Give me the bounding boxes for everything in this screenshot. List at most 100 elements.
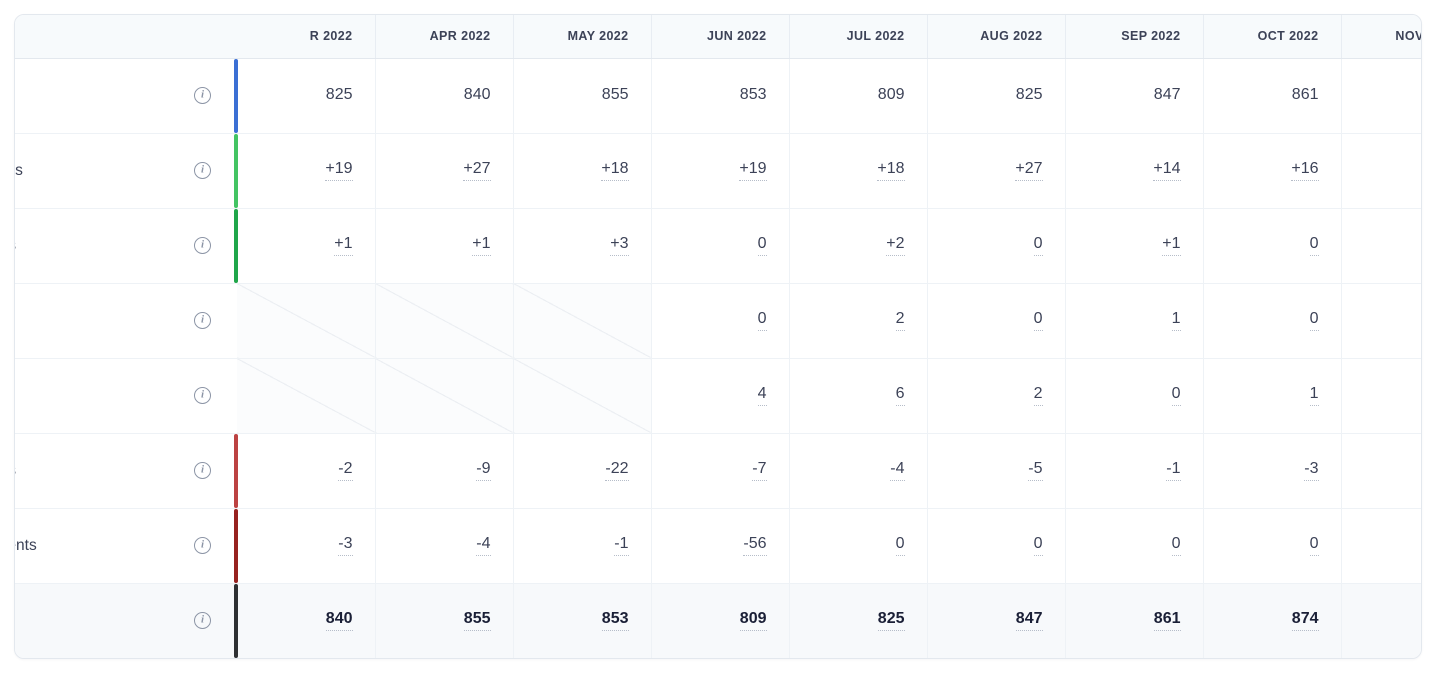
cell-value: +27	[1015, 160, 1043, 181]
table-cell[interactable]: -9	[375, 433, 514, 509]
row-label-text: Cancellations	[15, 462, 16, 480]
info-icon[interactable]: i	[194, 312, 211, 329]
table-cell[interactable]: 874	[1341, 58, 1421, 134]
table-row: New members i +19 +27 +18 +19 +18 +27 +14 +16 +1	[15, 133, 1421, 209]
table-cell[interactable]: -5	[927, 433, 1066, 509]
table-cell[interactable]: +16	[1203, 133, 1342, 209]
table-total-row: Totali 840 855 853 809 825 847 861 874 875	[15, 583, 1421, 658]
row-accent-bar	[234, 133, 238, 208]
info-icon[interactable]: i	[194, 537, 211, 554]
table-cell[interactable]: 855	[513, 58, 652, 134]
table-cell[interactable]: 0	[927, 208, 1066, 284]
table-cell[interactable]: -56	[651, 508, 790, 584]
cell-value: 0	[1309, 535, 1319, 556]
table-cell[interactable]: 2	[1341, 283, 1421, 359]
column-header-month[interactable]: AUG 2022	[927, 15, 1066, 59]
info-icon[interactable]: i	[194, 87, 211, 104]
table-cell[interactable]: 825	[234, 58, 376, 134]
table-cell[interactable]: 861	[1203, 58, 1342, 134]
table-cell[interactable]: -3	[1203, 433, 1342, 509]
table-cell[interactable]: +2	[789, 208, 928, 284]
table-cell[interactable]: -4	[375, 508, 514, 584]
table-cell[interactable]: 0	[789, 508, 928, 584]
column-header-month[interactable]: JUN 2022	[651, 15, 790, 59]
table-cell[interactable]: 809	[789, 58, 928, 134]
cell-value: -7	[752, 460, 767, 481]
table-cell[interactable]: 0	[1341, 208, 1421, 284]
table-cell[interactable]: 0	[651, 283, 790, 359]
table-cell[interactable]: 1	[1065, 283, 1204, 359]
row-label-text: New members	[15, 161, 23, 179]
column-header-month[interactable]: SEP 2022	[1065, 15, 1204, 59]
table-cell[interactable]: 0	[1203, 208, 1342, 284]
table-cell[interactable]: 1	[1203, 358, 1342, 434]
table-cell[interactable]: +27	[927, 133, 1066, 209]
table-cell[interactable]: 840	[375, 58, 514, 134]
info-icon[interactable]: i	[194, 387, 211, 404]
table-cell[interactable]: 0	[1065, 358, 1204, 434]
table-cell[interactable]: 853	[651, 58, 790, 134]
table-cell[interactable]: 6	[789, 358, 928, 434]
table-cell[interactable]: 2	[927, 358, 1066, 434]
column-header-month[interactable]: MAY 2022	[513, 15, 652, 59]
table-cell[interactable]: +1	[1341, 133, 1421, 209]
table-cell[interactable]: 4	[651, 358, 790, 434]
table-cell[interactable]: 2	[789, 283, 928, 359]
table-cell[interactable]: 855	[375, 583, 514, 658]
table-cell[interactable]: 853	[513, 583, 652, 658]
table-cell[interactable]: -1	[1065, 433, 1204, 509]
info-icon-glyph: i	[200, 463, 205, 476]
table-cell[interactable]: +18	[789, 133, 928, 209]
table-cell[interactable]: +1	[1065, 208, 1204, 284]
table-cell[interactable]: 874	[1203, 583, 1342, 658]
table-cell[interactable]: +19	[651, 133, 790, 209]
cell-value: 809	[739, 610, 767, 632]
table-cell[interactable]: +1	[234, 208, 376, 284]
table-cell[interactable]: 840	[234, 583, 376, 658]
table-cell[interactable]: 809	[651, 583, 790, 658]
table-cell[interactable]: +1	[375, 208, 514, 284]
table-cell[interactable]: 0	[927, 508, 1066, 584]
info-icon[interactable]: i	[194, 162, 211, 179]
column-header-month[interactable]: NOV 2022	[1341, 15, 1421, 59]
cell-value: -3	[338, 535, 353, 556]
row-label-cell: Downgradesi	[15, 358, 237, 434]
cell-value: 1	[1171, 310, 1181, 331]
table-cell[interactable]: +14	[1065, 133, 1204, 209]
table-cell[interactable]: +3	[513, 208, 652, 284]
table-horizontal-scroller[interactable]: R 2022 APR 2022 MAY 2022 JUN 2022 JUL 2022 AU…	[15, 15, 1421, 658]
column-header-month[interactable]: R 2022	[237, 15, 376, 59]
table-cell[interactable]: 0	[1065, 508, 1204, 584]
table-cell[interactable]: 0	[927, 283, 1066, 359]
info-icon[interactable]: i	[194, 462, 211, 479]
info-icon[interactable]: i	[194, 612, 211, 630]
table-cell[interactable]: 0	[651, 208, 790, 284]
table-cell[interactable]: 847	[1065, 58, 1204, 134]
table-cell[interactable]: -3	[234, 508, 376, 584]
table-cell[interactable]: -7	[651, 433, 790, 509]
table-cell[interactable]: 825	[927, 58, 1066, 134]
table-cell[interactable]: 825	[789, 583, 928, 658]
column-header-month[interactable]: JUL 2022	[789, 15, 928, 59]
table-cell[interactable]: -2	[234, 433, 376, 509]
table-cell[interactable]: -4	[789, 433, 928, 509]
table-cell[interactable]: 875	[1341, 583, 1421, 658]
table-cell[interactable]: +27	[375, 133, 514, 209]
table-cell[interactable]: 0	[1203, 508, 1342, 584]
table-cell[interactable]: -22	[513, 433, 652, 509]
table-cell[interactable]: -1	[513, 508, 652, 584]
column-header-month[interactable]: OCT 2022	[1203, 15, 1342, 59]
table-cell[interactable]: 0	[1203, 283, 1342, 359]
table-body: Startingi825840855853809825847861874New …	[15, 58, 1421, 658]
table-cell[interactable]: +19	[234, 133, 376, 209]
row-label-cell: Failed payments i	[15, 508, 237, 584]
column-header-month[interactable]: APR 2022	[375, 15, 514, 59]
table-cell[interactable]: 0	[1341, 508, 1421, 584]
table-cell[interactable]: 847	[927, 583, 1066, 658]
info-icon[interactable]: i	[194, 237, 211, 254]
table-cell[interactable]: +18	[513, 133, 652, 209]
table-cell[interactable]: 861	[1065, 583, 1204, 658]
cell-value: +18	[601, 160, 629, 181]
table-cell[interactable]: 0	[1341, 433, 1421, 509]
table-cell[interactable]: 0	[1341, 358, 1421, 434]
